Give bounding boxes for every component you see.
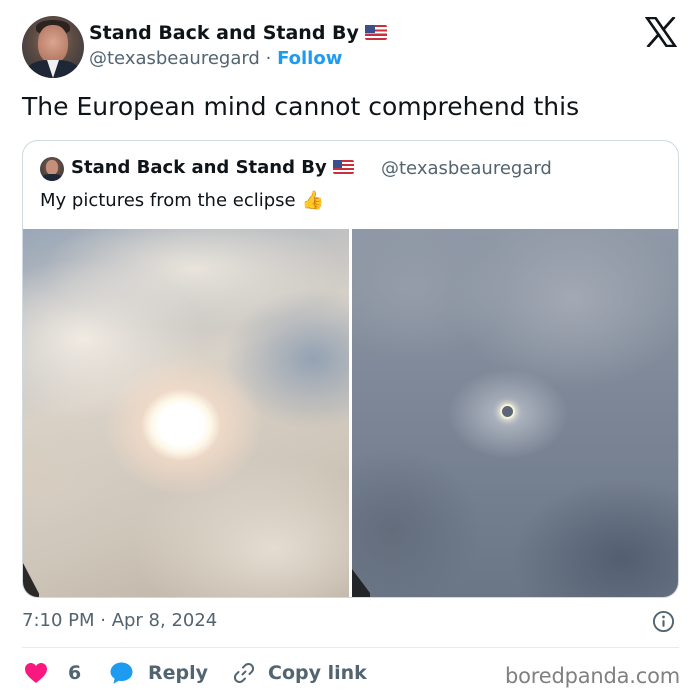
eclipse-ring (500, 404, 515, 419)
photo-dark-corner (23, 563, 39, 597)
like-button[interactable]: 6 (24, 658, 81, 688)
quoted-author-handle: @texasbeauregard (381, 158, 552, 179)
action-bar: 6 Reply Copy link (22, 658, 492, 688)
author-name[interactable]: Stand Back and Stand By (89, 22, 359, 44)
eclipse-photo-left[interactable] (23, 229, 349, 597)
divider (22, 647, 679, 648)
quoted-avatar-face (46, 160, 58, 175)
heart-icon (25, 663, 47, 683)
reply-label: Reply (148, 662, 209, 684)
info-icon[interactable] (652, 610, 675, 633)
reply-bubble-icon (110, 662, 133, 684)
author-handle[interactable]: @texasbeauregard (89, 48, 260, 69)
quoted-author-name: Stand Back and Stand By (71, 157, 327, 178)
author-name-row[interactable]: Stand Back and Stand By (89, 22, 387, 44)
quoted-tweet-text: My pictures from the eclipse (40, 190, 296, 211)
link-icon (233, 662, 255, 684)
handle-separator: · (265, 48, 272, 69)
reply-button[interactable]: Reply (109, 658, 208, 688)
quoted-tweet-card[interactable]: Stand Back and Stand By @texasbeauregard… (22, 140, 679, 598)
us-flag-icon (364, 25, 387, 40)
like-count: 6 (68, 662, 82, 684)
quoted-author-name-row: Stand Back and Stand By (71, 157, 354, 178)
eclipse-photo-right[interactable] (352, 229, 678, 597)
quoted-author-avatar[interactable] (40, 157, 64, 181)
us-flag-icon (332, 160, 354, 174)
quoted-tweet-text-row: My pictures from the eclipse 👍 (40, 190, 324, 211)
photo-dark-corner (352, 569, 370, 597)
x-logo-icon[interactable] (645, 17, 677, 47)
copy-link-button[interactable]: Copy link (232, 658, 367, 688)
author-handle-row: @texasbeauregard · Follow (89, 48, 342, 69)
watermark: boredpanda.com (505, 664, 681, 688)
copy-link-label: Copy link (268, 662, 367, 684)
thumbs-up-icon: 👍 (301, 190, 325, 211)
follow-button[interactable]: Follow (277, 48, 342, 69)
avatar-face (38, 25, 68, 63)
tweet-text: The European mind cannot comprehend this (22, 92, 580, 121)
tweet-timestamp[interactable]: 7:10 PM · Apr 8, 2024 (22, 610, 217, 631)
quoted-avatar-suit (42, 174, 62, 181)
author-avatar[interactable] (22, 16, 84, 78)
